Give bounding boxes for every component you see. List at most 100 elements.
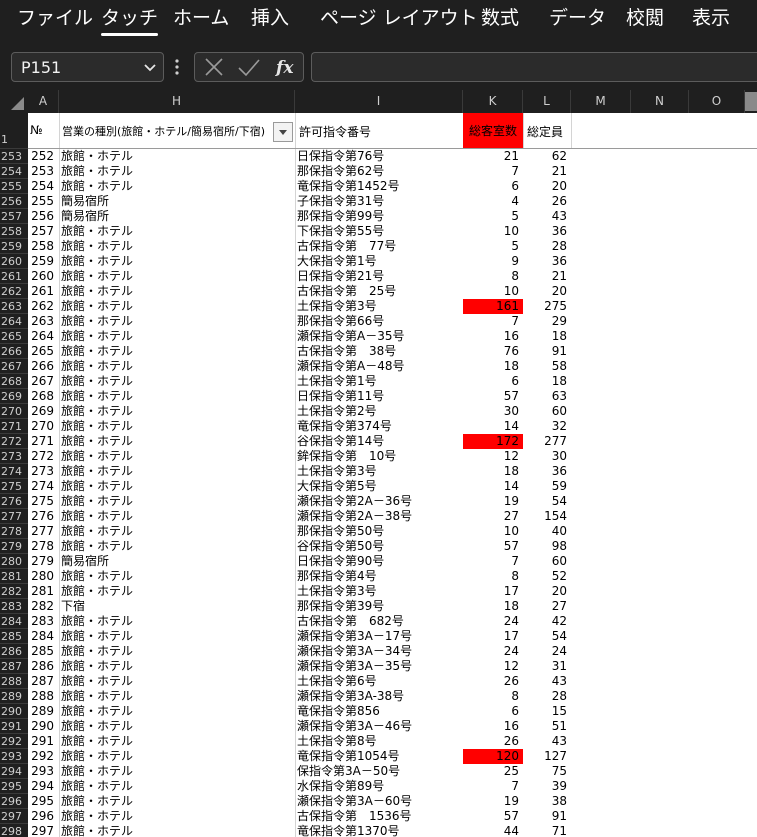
cell-permit-number[interactable]: 瀬保指令第3A－46号 [297,719,461,734]
cell-permit-number[interactable]: 瀬保指令第3A-38号 [297,689,461,704]
cell-no[interactable]: 284 [28,629,58,644]
row-header[interactable]: 253 [0,149,28,164]
column-header-m[interactable]: M [571,90,631,113]
cell-business-type[interactable]: 旅館・ホテル [61,299,293,314]
cell-total-rooms[interactable]: 161 [463,299,523,314]
cell-no[interactable]: 266 [28,359,58,374]
cell-capacity[interactable]: 42 [523,614,571,629]
name-box[interactable]: P151 [11,52,164,82]
row-header[interactable]: 257 [0,209,28,224]
cell-capacity[interactable]: 51 [523,719,571,734]
cell-capacity[interactable]: 20 [523,584,571,599]
cell-permit-number[interactable]: 保指令第3A－50号 [297,764,461,779]
cell-capacity[interactable]: 24 [523,644,571,659]
cell-business-type[interactable]: 旅館・ホテル [61,359,293,374]
cell-business-type[interactable]: 旅館・ホテル [61,374,293,389]
row-header[interactable]: 289 [0,689,28,704]
row-header[interactable]: 275 [0,479,28,494]
cell-capacity[interactable]: 21 [523,164,571,179]
cell-permit-number[interactable]: 瀬保指令第3A－17号 [297,629,461,644]
cell-capacity[interactable]: 60 [523,404,571,419]
row-header[interactable]: 281 [0,569,28,584]
column-header-a[interactable]: A [28,90,59,113]
cell-total-rooms[interactable]: 57 [463,809,523,824]
cell-permit-number[interactable]: 谷保指令第14号 [297,434,461,449]
cell-no[interactable]: 287 [28,674,58,689]
close-icon[interactable] [203,56,225,78]
cell-capacity[interactable]: 43 [523,674,571,689]
cell-permit-number[interactable]: 谷保指令第50号 [297,539,461,554]
cell-total-rooms[interactable]: 172 [463,434,523,449]
cell-permit-number[interactable]: 瀬保指令第3A－35号 [297,659,461,674]
column-header-n[interactable]: N [631,90,689,113]
cell-total-rooms[interactable]: 5 [463,209,523,224]
cell-business-type[interactable]: 旅館・ホテル [61,224,293,239]
cell-no[interactable]: 286 [28,659,58,674]
cell-permit-number[interactable]: 那保指令第66号 [297,314,461,329]
cell-business-type[interactable]: 旅館・ホテル [61,629,293,644]
cell-permit-number[interactable]: 日保指令第76号 [297,149,461,164]
cell-business-type[interactable]: 旅館・ホテル [61,449,293,464]
header-permit-number[interactable]: 許可指令番号 [299,123,459,140]
cell-total-rooms[interactable]: 10 [463,284,523,299]
cell-business-type[interactable]: 旅館・ホテル [61,809,293,824]
cell-total-rooms[interactable]: 6 [463,374,523,389]
cell-no[interactable]: 254 [28,179,58,194]
tab-formulas[interactable]: 数式 [481,6,519,30]
cell-permit-number[interactable]: 日保指令第90号 [297,554,461,569]
cell-total-rooms[interactable]: 10 [463,524,523,539]
cell-no[interactable]: 283 [28,614,58,629]
row-header[interactable]: 296 [0,794,28,809]
cell-no[interactable]: 271 [28,434,58,449]
cell-no[interactable]: 261 [28,284,58,299]
cell-capacity[interactable]: 58 [523,359,571,374]
cell-permit-number[interactable]: 土保指令第1号 [297,374,461,389]
cell-capacity[interactable]: 21 [523,269,571,284]
cell-permit-number[interactable]: 古保指令第 1536号 [297,809,461,824]
cell-business-type[interactable]: 簡易宿所 [61,209,293,224]
cell-permit-number[interactable]: 土保指令第3号 [297,299,461,314]
cell-total-rooms[interactable]: 6 [463,704,523,719]
cell-capacity[interactable]: 91 [523,809,571,824]
cell-no[interactable]: 263 [28,314,58,329]
cell-permit-number[interactable]: 古保指令第 25号 [297,284,461,299]
cell-permit-number[interactable]: 子保指令第31号 [297,194,461,209]
cell-total-rooms[interactable]: 26 [463,734,523,749]
cell-no[interactable]: 269 [28,404,58,419]
cell-business-type[interactable]: 旅館・ホテル [61,584,293,599]
row-header[interactable]: 277 [0,509,28,524]
cell-capacity[interactable]: 98 [523,539,571,554]
cell-permit-number[interactable]: 古保指令第 38号 [297,344,461,359]
cell-no[interactable]: 265 [28,344,58,359]
cell-capacity[interactable]: 30 [523,449,571,464]
cell-business-type[interactable]: 旅館・ホテル [61,794,293,809]
cell-permit-number[interactable]: 竜保指令第374号 [297,419,461,434]
row-header[interactable]: 290 [0,704,28,719]
cell-total-rooms[interactable]: 57 [463,389,523,404]
cell-no[interactable]: 297 [28,824,58,837]
cell-capacity[interactable]: 63 [523,389,571,404]
row-header[interactable]: 280 [0,554,28,569]
cell-no[interactable]: 296 [28,809,58,824]
row-header[interactable]: 254 [0,164,28,179]
formula-input[interactable] [311,52,757,82]
cell-permit-number[interactable]: 瀬保指令第A－48号 [297,359,461,374]
row-header[interactable]: 286 [0,644,28,659]
cell-permit-number[interactable]: 土保指令第8号 [297,734,461,749]
cell-permit-number[interactable]: 土保指令第3号 [297,584,461,599]
cell-capacity[interactable]: 32 [523,419,571,434]
row-header[interactable]: 265 [0,329,28,344]
cell-permit-number[interactable]: 土保指令第6号 [297,674,461,689]
cell-business-type[interactable]: 旅館・ホテル [61,419,293,434]
cell-no[interactable]: 259 [28,254,58,269]
cell-business-type[interactable]: 旅館・ホテル [61,179,293,194]
cell-no[interactable]: 279 [28,554,58,569]
cell-capacity[interactable]: 60 [523,554,571,569]
cell-capacity[interactable]: 75 [523,764,571,779]
cell-business-type[interactable]: 旅館・ホテル [61,644,293,659]
column-header-l[interactable]: L [523,90,571,113]
cell-total-rooms[interactable]: 25 [463,764,523,779]
cell-no[interactable]: 252 [28,149,58,164]
cell-business-type[interactable]: 旅館・ホテル [61,779,293,794]
cell-no[interactable]: 275 [28,494,58,509]
